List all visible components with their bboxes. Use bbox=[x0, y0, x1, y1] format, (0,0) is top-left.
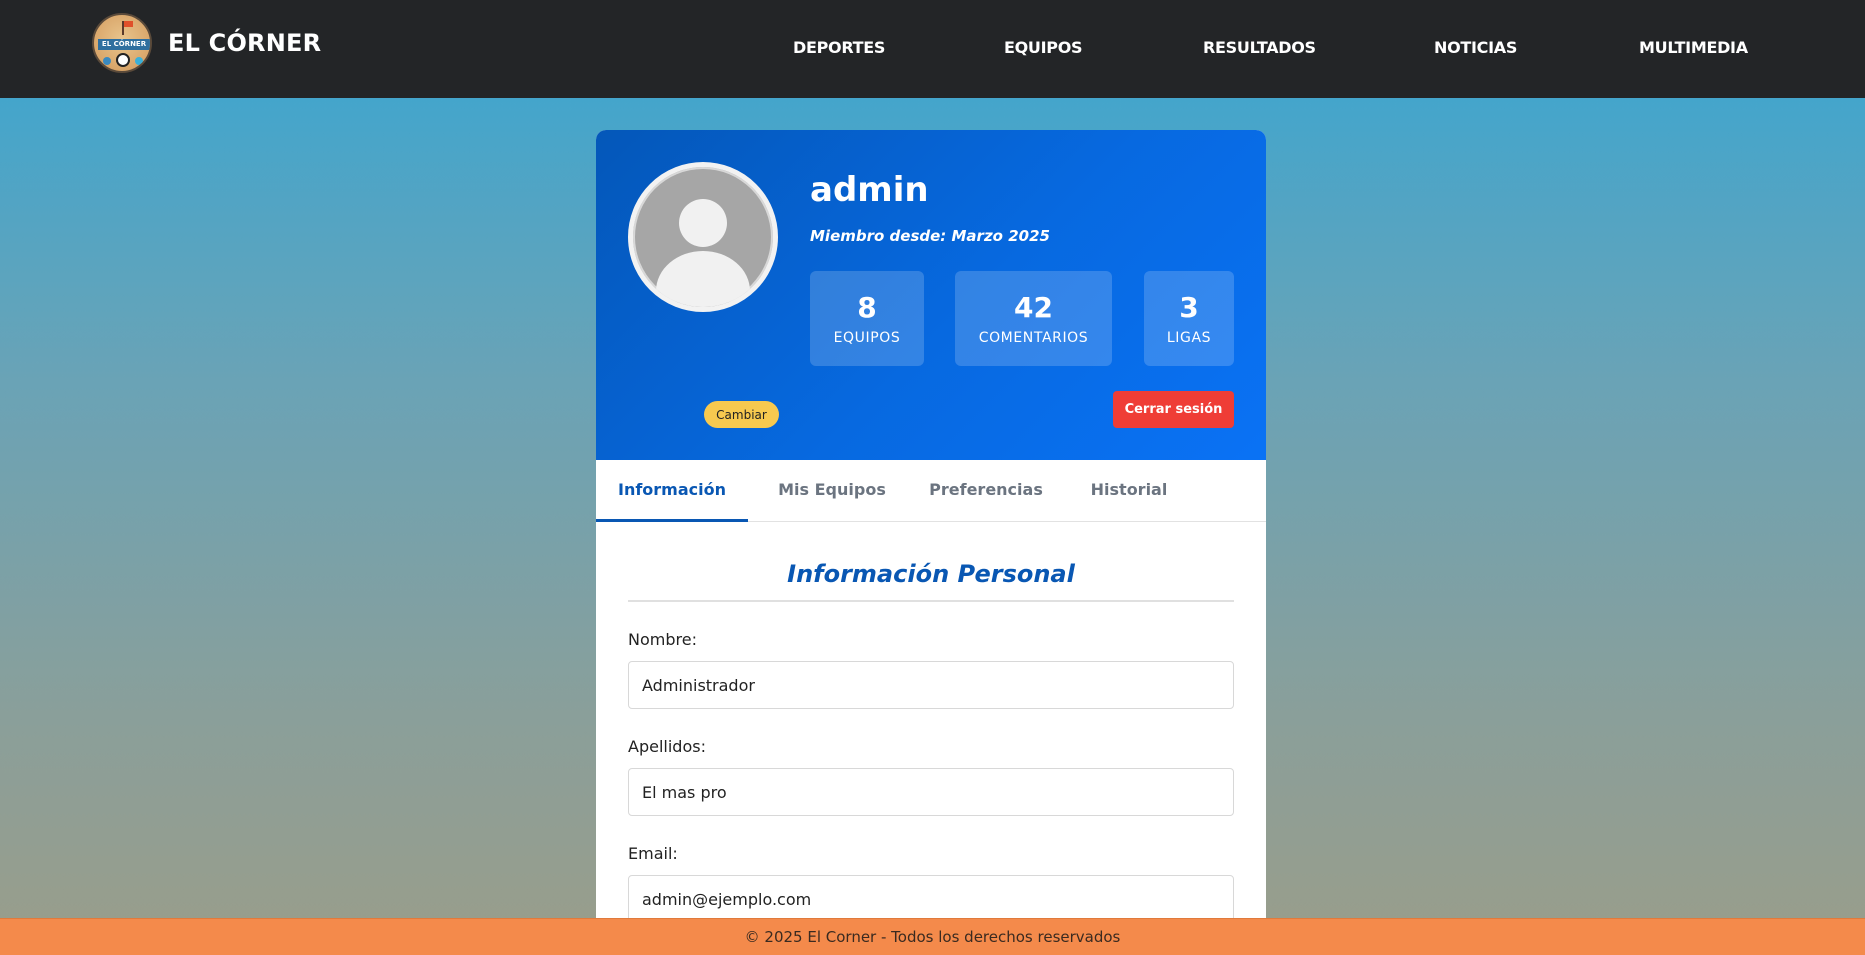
change-avatar-button[interactable]: Cambiar bbox=[704, 401, 779, 428]
stat-value: 8 bbox=[857, 291, 877, 324]
avatar bbox=[628, 162, 778, 312]
nav-item-deportes[interactable]: DEPORTES bbox=[793, 38, 885, 57]
stat-value: 3 bbox=[1179, 291, 1199, 324]
apellidos-field[interactable] bbox=[628, 768, 1234, 816]
stat-label: LIGAS bbox=[1166, 330, 1212, 346]
stat-label: COMENTARIOS bbox=[978, 330, 1089, 346]
nav-item-equipos[interactable]: EQUIPOS bbox=[1004, 38, 1083, 57]
navbar: EL CÓRNER EL CÓRNER DEPORTES EQUIPOS RES… bbox=[0, 0, 1865, 98]
brand-name: EL CÓRNER bbox=[168, 29, 322, 57]
user-icon bbox=[679, 199, 727, 247]
stat-value: 42 bbox=[1014, 291, 1053, 324]
stat-equipos: 8 EQUIPOS bbox=[810, 271, 924, 366]
tab-informacion[interactable]: Información bbox=[596, 460, 748, 522]
apellidos-label: Apellidos: bbox=[628, 737, 706, 756]
member-since: Miembro desde: Marzo 2025 bbox=[810, 227, 1050, 245]
nav-item-multimedia[interactable]: MULTIMEDIA bbox=[1639, 38, 1748, 57]
brand[interactable]: EL CÓRNER EL CÓRNER bbox=[92, 13, 321, 73]
tab-historial[interactable]: Historial bbox=[1074, 460, 1184, 522]
footer: © 2025 El Corner - Todos los derechos re… bbox=[0, 918, 1865, 955]
stat-label: EQUIPOS bbox=[833, 330, 901, 346]
stat-ligas: 3 LIGAS bbox=[1144, 271, 1234, 366]
logo-icon: EL CÓRNER bbox=[92, 13, 152, 73]
nombre-field[interactable] bbox=[628, 661, 1234, 709]
email-field[interactable] bbox=[628, 875, 1234, 923]
nav-item-noticias[interactable]: NOTICIAS bbox=[1434, 38, 1517, 57]
stat-comentarios: 42 COMENTARIOS bbox=[955, 271, 1112, 366]
email-label: Email: bbox=[628, 844, 678, 863]
username: admin bbox=[810, 170, 929, 210]
profile-card: Cambiar admin Miembro desde: Marzo 2025 … bbox=[596, 130, 1266, 955]
section-title: Información Personal bbox=[628, 560, 1234, 602]
profile-tabs: Información Mis Equipos Preferencias His… bbox=[596, 460, 1266, 522]
personal-info-section: Información Personal Nombre: Apellidos: … bbox=[596, 560, 1266, 923]
nombre-label: Nombre: bbox=[628, 630, 697, 649]
profile-header: Cambiar admin Miembro desde: Marzo 2025 … bbox=[596, 130, 1266, 460]
tab-mis-equipos[interactable]: Mis Equipos bbox=[766, 460, 898, 522]
nav-item-resultados[interactable]: RESULTADOS bbox=[1203, 38, 1316, 57]
logout-button[interactable]: Cerrar sesión bbox=[1113, 391, 1234, 428]
logo-text: EL CÓRNER bbox=[98, 39, 150, 50]
tab-preferencias[interactable]: Preferencias bbox=[916, 460, 1056, 522]
